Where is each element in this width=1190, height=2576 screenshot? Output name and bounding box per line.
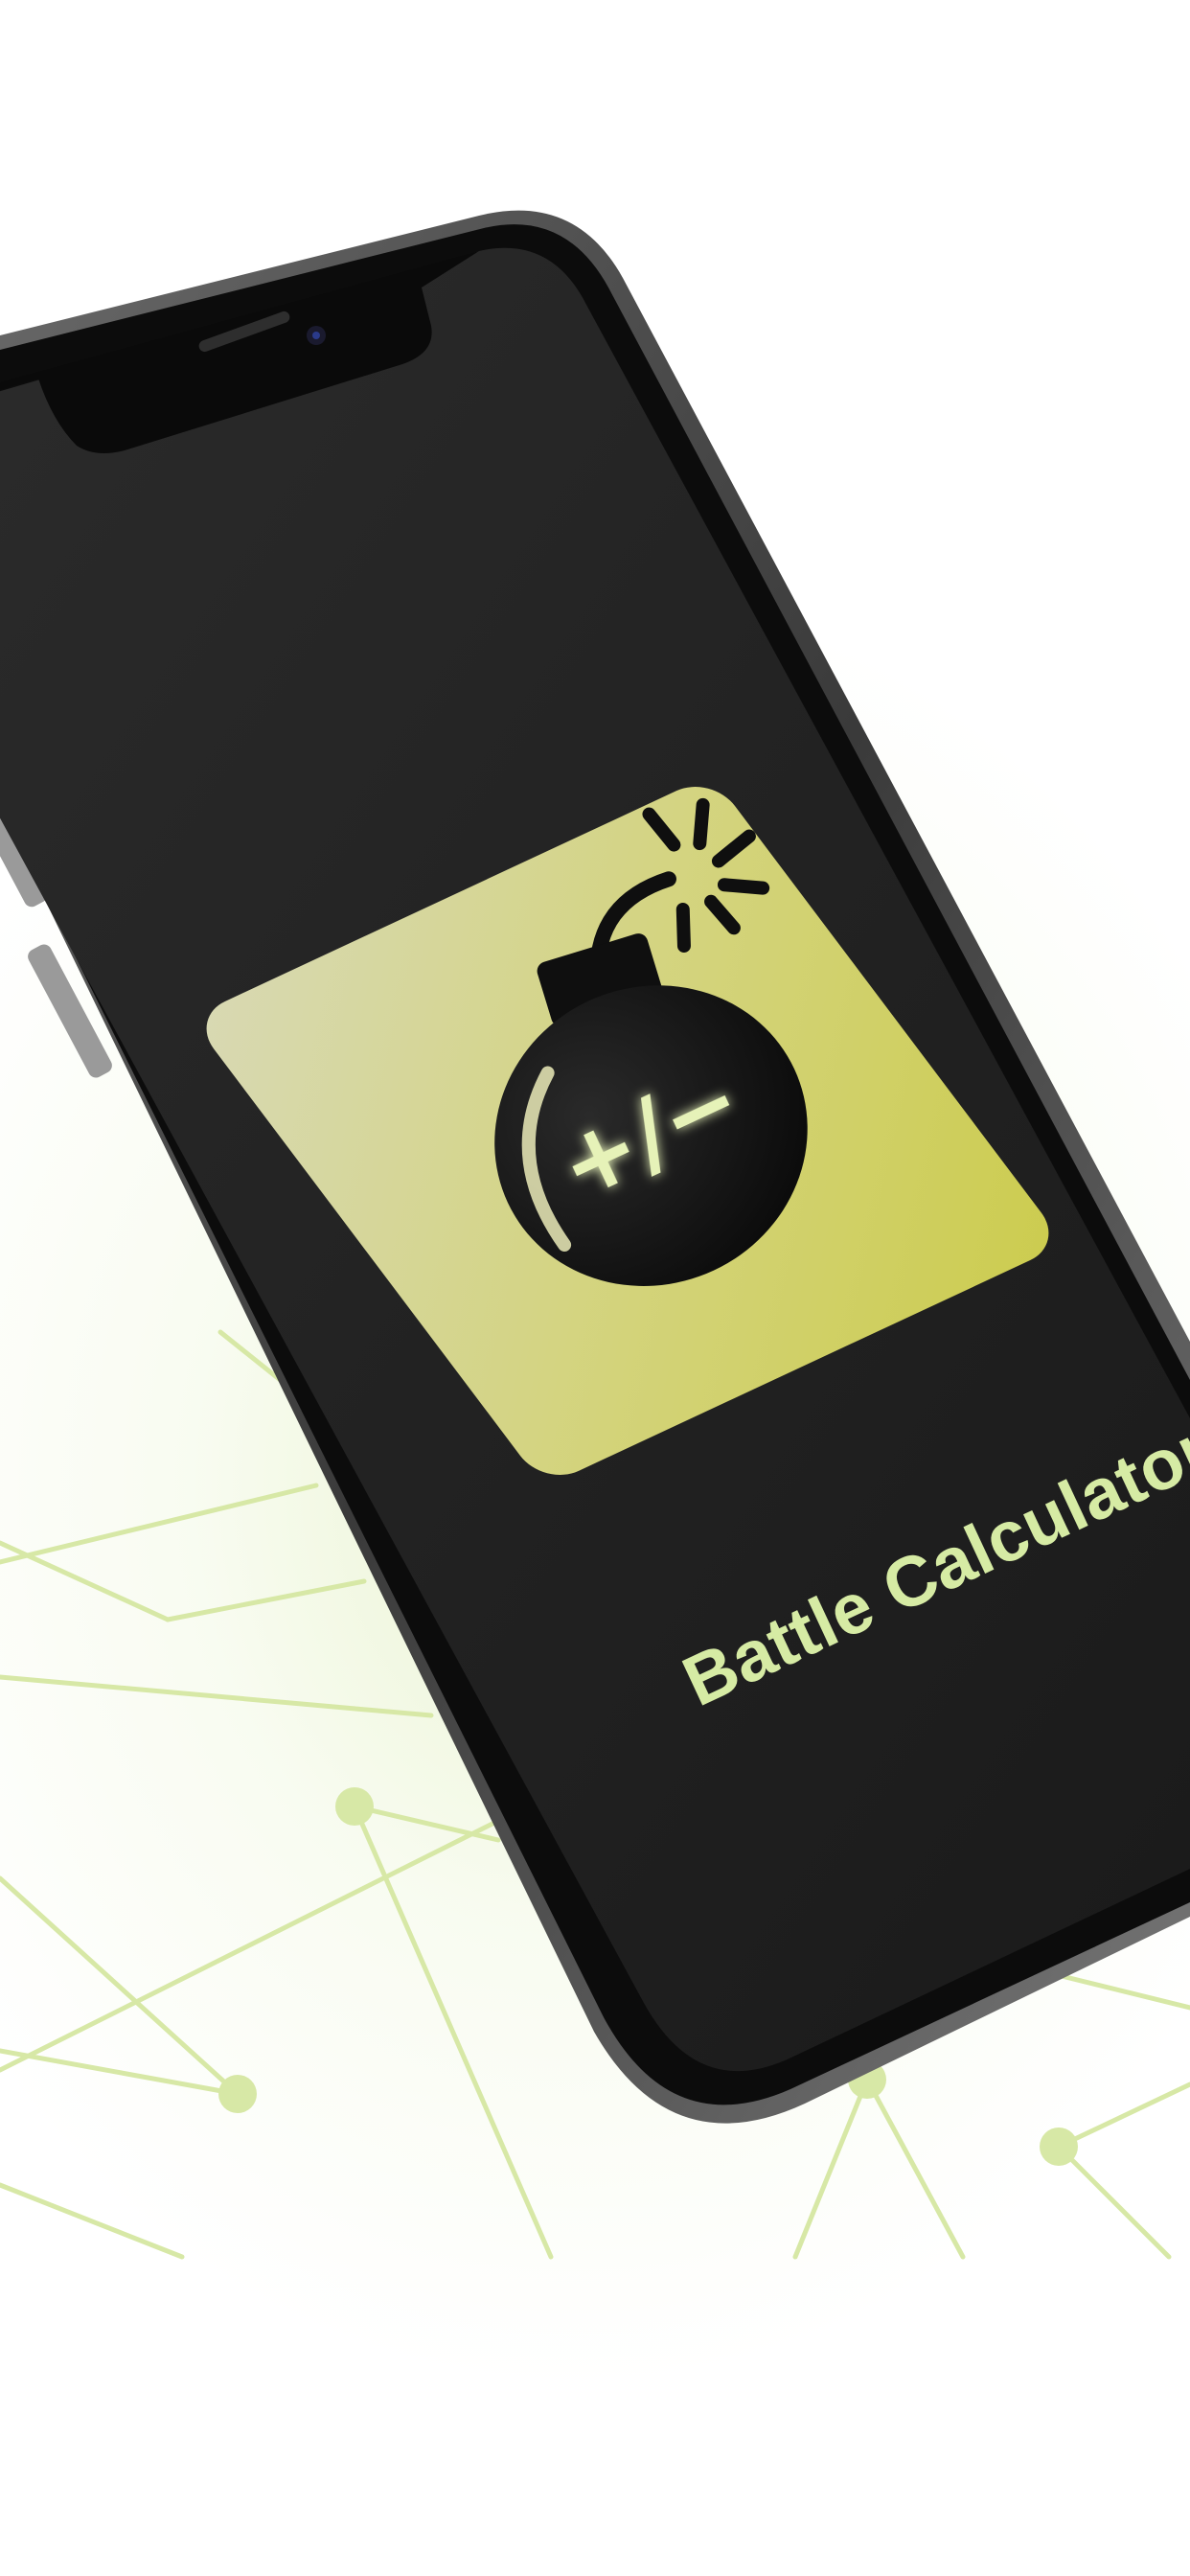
phone-mockup: +/− xyxy=(0,210,1190,2124)
promo-screenshot: +/− Battle Calculator xyxy=(0,0,1190,2576)
